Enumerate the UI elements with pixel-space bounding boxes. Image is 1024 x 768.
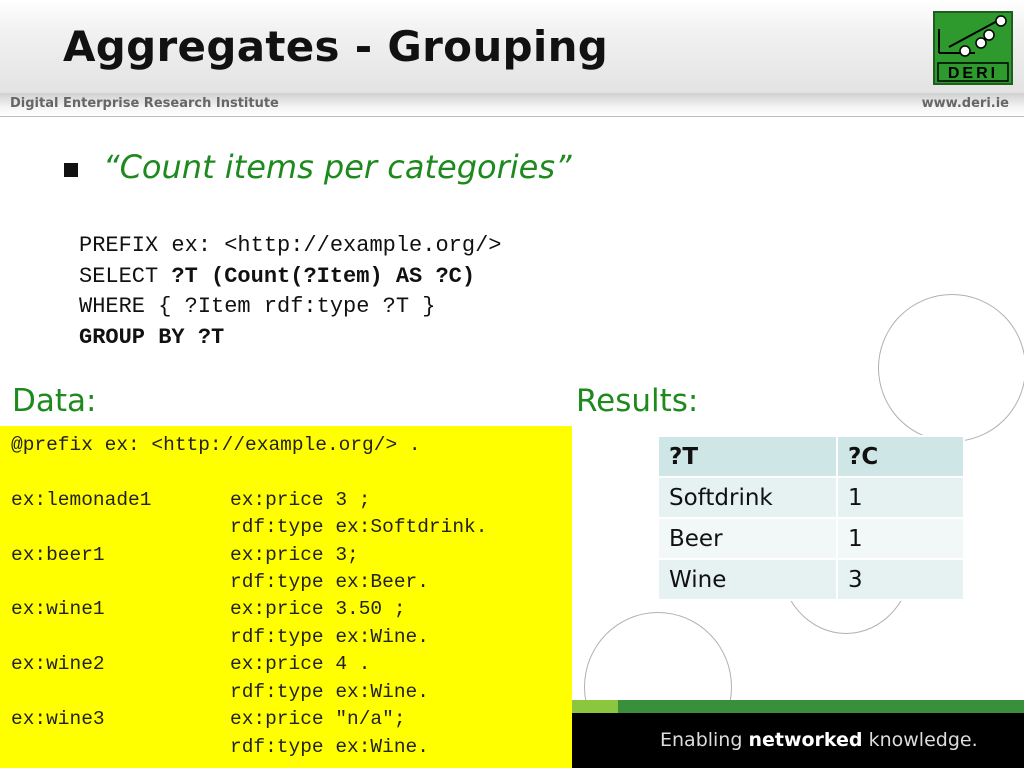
slide-header: Aggregates - Grouping DERI [0,0,1024,93]
table-cell: Beer [657,517,838,560]
footer-lime-stripe [572,700,618,713]
results-table: ?T ?C Softdrink 1 Beer 1 Wine 3 [657,435,965,601]
table-cell: 3 [836,558,965,601]
data-subject: ex:beer1 [11,544,105,566]
table-row: Wine 3 [657,558,965,601]
query-line: SELECT ?T (Count(?Item) AS ?C) [79,262,501,293]
query-select-vars: ?T (Count(?Item) AS ?C) [171,263,476,289]
table-row: Beer 1 [657,517,965,560]
data-property: rdf:type ex:Softdrink. [230,516,488,538]
slogan-bold: networked [748,729,863,751]
data-subject: ex:wine3 [11,708,105,730]
data-box: @prefix ex: <http://example.org/> . ex:l… [0,426,572,768]
data-subject: ex:lemonade1 [11,489,152,511]
deri-logo-text: DERI [948,65,998,82]
table-cell: Wine [657,558,838,601]
bullet-text: “Count items per categories” [103,148,572,186]
results-label: Results: [576,383,699,419]
data-subject: ex:wine1 [11,598,105,620]
data-label: Data: [12,383,97,419]
slogan-before: Enabling [660,729,749,751]
table-cell: Softdrink [657,476,838,519]
deri-logo-icon: DERI [937,15,1009,82]
table-header-cell: ?C [836,435,965,478]
data-prefix-line: @prefix ex: <http://example.org/> . [11,434,421,456]
data-property: rdf:type ex:Wine. [230,626,429,648]
footer-green-stripe [572,700,1024,713]
deri-logo: DERI [933,11,1013,85]
table-row: Softdrink 1 [657,476,965,519]
sparql-query: PREFIX ex: <http://example.org/> SELECT ?… [79,231,501,353]
data-subject: ex:wine2 [11,653,105,675]
query-line: PREFIX ex: <http://example.org/> [79,233,502,258]
query-line: GROUP BY ?T [79,323,501,354]
footer-slogan: Enabling networked knowledge. [660,729,978,751]
institute-name: Digital Enterprise Research Institute [10,96,279,111]
data-property: ex:price 3.50 ; [230,598,406,620]
data-property: ex:price 4 . [230,653,371,675]
institute-bar: Digital Enterprise Research Institute ww… [0,93,1024,117]
data-property: rdf:type ex:Wine. [230,736,429,758]
data-property: rdf:type ex:Wine. [230,681,429,703]
data-property: ex:price 3; [230,544,359,566]
table-header-cell: ?T [657,435,838,478]
slogan-after: knowledge. [862,729,978,751]
table-header-row: ?T ?C [657,435,965,478]
bullet-square-icon [64,163,78,177]
table-cell: 1 [836,476,965,519]
query-select-keyword: SELECT [79,263,172,289]
query-group-by: GROUP BY ?T [79,324,225,350]
data-property: ex:price "n/a"; [230,708,406,730]
table-cell: 1 [836,517,965,560]
query-line: WHERE { ?Item rdf:type ?T } [79,294,436,319]
decorative-circle [878,294,1024,442]
website-link[interactable]: www.deri.ie [922,96,1009,111]
data-property: rdf:type ex:Beer. [230,571,429,593]
slide-title: Aggregates - Grouping [63,22,609,71]
data-property: ex:price 3 ; [230,489,371,511]
